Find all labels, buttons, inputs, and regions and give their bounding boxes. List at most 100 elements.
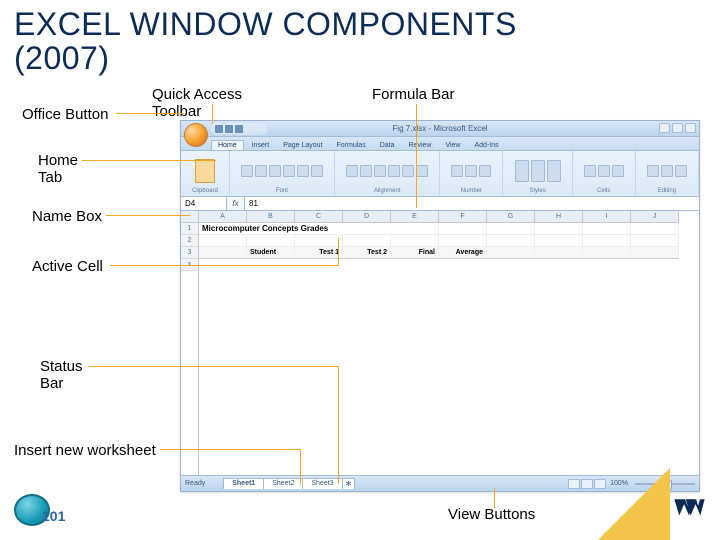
cell[interactable] <box>535 223 583 235</box>
cell[interactable] <box>247 235 295 247</box>
select-all-corner[interactable] <box>181 211 198 223</box>
col-header-I[interactable]: I <box>583 211 631 223</box>
align-icon[interactable] <box>388 165 400 177</box>
tab-data[interactable]: Data <box>374 141 401 150</box>
col-header-A[interactable]: A <box>199 211 247 223</box>
align-icon[interactable] <box>360 165 372 177</box>
qat-undo-icon[interactable] <box>225 125 233 133</box>
style-icon[interactable] <box>547 160 561 182</box>
font-icon[interactable] <box>311 165 323 177</box>
sheet-tab-2[interactable]: Sheet2 <box>263 478 303 489</box>
cell[interactable] <box>631 235 679 247</box>
tab-insert[interactable]: Insert <box>246 141 276 150</box>
cell[interactable] <box>583 247 631 259</box>
col-header-B[interactable]: B <box>247 211 295 223</box>
qat-redo-icon[interactable] <box>235 125 243 133</box>
cell[interactable] <box>391 235 439 247</box>
line-formula-bar <box>416 104 417 208</box>
col-header-H[interactable]: H <box>535 211 583 223</box>
cell[interactable]: Final <box>391 247 439 259</box>
cell[interactable] <box>487 223 535 235</box>
view-layout-button[interactable] <box>581 479 593 489</box>
row-header-3[interactable]: 3 <box>181 247 198 259</box>
sheet-tab-1[interactable]: Sheet1 <box>223 478 264 489</box>
slide-title: EXCEL WINDOW COMPONENTS (2007) <box>0 0 720 75</box>
edit-icon[interactable] <box>647 165 659 177</box>
zoom-slider[interactable] <box>635 483 695 485</box>
edit-icon[interactable] <box>661 165 673 177</box>
worksheet-area: 123x ABCDEFGHIJ Microcomputer Concepts G… <box>181 211 699 475</box>
tab-review[interactable]: Review <box>403 141 438 150</box>
style-icon[interactable] <box>531 160 545 182</box>
office-button[interactable] <box>184 123 208 147</box>
cell[interactable] <box>199 235 247 247</box>
edit-icon[interactable] <box>675 165 687 177</box>
num-icon[interactable] <box>465 165 477 177</box>
paste-icon[interactable] <box>195 159 215 183</box>
row-header-1[interactable]: 1 <box>181 223 198 235</box>
qat-save-icon[interactable] <box>215 125 223 133</box>
col-header-J[interactable]: J <box>631 211 679 223</box>
num-icon[interactable] <box>451 165 463 177</box>
label-formula-bar: Formula Bar <box>372 86 455 103</box>
cell[interactable] <box>535 247 583 259</box>
font-icon[interactable] <box>269 165 281 177</box>
cell[interactable]: Student <box>247 247 295 259</box>
grid[interactable]: ABCDEFGHIJ Microcomputer Concepts Grades… <box>199 211 699 475</box>
col-header-C[interactable]: C <box>295 211 343 223</box>
cell[interactable] <box>487 247 535 259</box>
font-icon[interactable] <box>241 165 253 177</box>
col-header-F[interactable]: F <box>439 211 487 223</box>
cell[interactable] <box>199 247 247 259</box>
align-icon[interactable] <box>374 165 386 177</box>
insert-worksheet-button[interactable]: ✻ <box>342 478 356 489</box>
cell[interactable] <box>631 247 679 259</box>
formula-bar[interactable]: 81 <box>245 197 699 210</box>
cell[interactable] <box>535 235 583 247</box>
cell-icon[interactable] <box>612 165 624 177</box>
sheet-tab-3[interactable]: Sheet3 <box>302 478 342 489</box>
close-button[interactable] <box>685 123 696 133</box>
cell[interactable] <box>631 223 679 235</box>
cell-icon[interactable] <box>598 165 610 177</box>
tab-page-layout[interactable]: Page Layout <box>277 141 328 150</box>
font-icon[interactable] <box>297 165 309 177</box>
align-icon[interactable] <box>346 165 358 177</box>
label-active-cell: Active Cell <box>32 258 103 275</box>
cell[interactable] <box>343 235 391 247</box>
view-normal-button[interactable] <box>568 479 580 489</box>
align-icon[interactable] <box>416 165 428 177</box>
quick-access-toolbar[interactable] <box>211 123 267 135</box>
cell[interactable]: Average <box>439 247 487 259</box>
col-header-E[interactable]: E <box>391 211 439 223</box>
col-header-D[interactable]: D <box>343 211 391 223</box>
maximize-button[interactable] <box>672 123 683 133</box>
tab-formulas[interactable]: Formulas <box>331 141 372 150</box>
cell[interactable]: Test 1 <box>295 247 343 259</box>
tab-home[interactable]: Home <box>211 140 244 150</box>
cell[interactable] <box>583 235 631 247</box>
cell[interactable] <box>487 235 535 247</box>
col-header-G[interactable]: G <box>487 211 535 223</box>
style-icon[interactable] <box>515 160 529 182</box>
align-icon[interactable] <box>402 165 414 177</box>
minimize-button[interactable] <box>659 123 670 133</box>
name-box[interactable]: D4 <box>181 197 227 210</box>
row-header-2[interactable]: 2 <box>181 235 198 247</box>
num-icon[interactable] <box>479 165 491 177</box>
cell[interactable]: Test 2 <box>343 247 391 259</box>
font-icon[interactable] <box>283 165 295 177</box>
view-break-button[interactable] <box>594 479 606 489</box>
font-icon[interactable] <box>255 165 267 177</box>
sheet-title[interactable]: Microcomputer Concepts Grades <box>199 223 439 235</box>
cell[interactable] <box>295 235 343 247</box>
line-office-button <box>116 113 184 114</box>
cell[interactable] <box>439 235 487 247</box>
tab-addins[interactable]: Add-Ins <box>469 141 505 150</box>
tab-view[interactable]: View <box>439 141 466 150</box>
fx-icon[interactable]: fx <box>227 197 245 210</box>
cell[interactable] <box>583 223 631 235</box>
cell[interactable] <box>439 223 487 235</box>
zoom-level[interactable]: 100% <box>610 480 628 487</box>
cell-icon[interactable] <box>584 165 596 177</box>
